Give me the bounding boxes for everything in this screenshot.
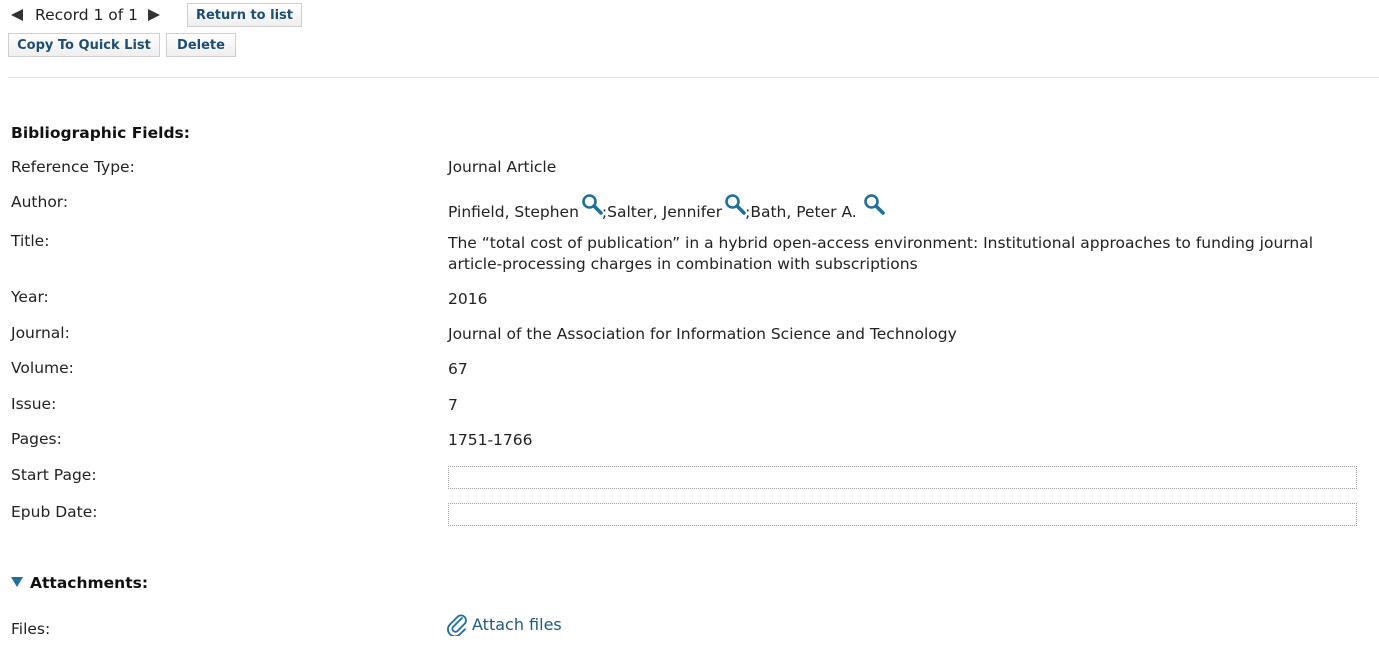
return-to-list-button[interactable]: Return to list (187, 3, 302, 27)
author-name[interactable]: Pinfield, Stephen (448, 203, 579, 221)
issue-label: Issue: (11, 395, 57, 413)
copy-to-quick-list-button[interactable]: Copy To Quick List (8, 33, 160, 57)
pages-label: Pages: (11, 430, 62, 448)
journal-value: Journal of the Association for Informati… (448, 325, 957, 343)
author-name[interactable]: Salter, Jennifer (607, 203, 722, 221)
attach-files-link[interactable]: Attach files (446, 612, 562, 638)
record-counter: Record 1 of 1 (35, 6, 138, 24)
issue-value: 7 (448, 396, 458, 414)
paperclip-icon (446, 612, 468, 638)
search-icon[interactable] (724, 193, 746, 215)
record-navigation: Record 1 of 1 (11, 4, 160, 26)
bibliographic-fields-heading: Bibliographic Fields: (11, 124, 190, 142)
delete-button[interactable]: Delete (166, 33, 236, 57)
start-page-field[interactable] (448, 466, 1357, 489)
attachments-heading-label: Attachments: (30, 574, 149, 592)
previous-record-icon[interactable] (11, 9, 23, 21)
title-line: The “total cost of publication” in a hyb… (448, 234, 1314, 252)
author-list: Pinfield, Stephen ;Salter, Jennifer ;Bath,… (448, 193, 885, 223)
volume-value: 67 (448, 360, 468, 378)
year-value: 2016 (448, 290, 488, 308)
title-label: Title: (11, 232, 50, 250)
pages-value: 1751-1766 (448, 431, 533, 449)
divider (8, 77, 1379, 78)
author-label: Author: (11, 193, 69, 211)
author-name[interactable]: Bath, Peter A. (750, 203, 856, 221)
next-record-icon[interactable] (148, 9, 160, 21)
files-label: Files: (11, 620, 51, 638)
journal-label: Journal: (11, 324, 70, 342)
volume-label: Volume: (11, 359, 74, 377)
reference-type-value: Journal Article (448, 158, 557, 176)
reference-type-label: Reference Type: (11, 158, 135, 176)
epub-date-label: Epub Date: (11, 503, 98, 521)
title-line: article-processing charges in combinatio… (448, 255, 918, 273)
search-icon[interactable] (863, 193, 885, 215)
title-value: The “total cost of publication” in a hyb… (448, 233, 1313, 275)
attach-files-label: Attach files (472, 614, 562, 634)
start-page-label: Start Page: (11, 466, 97, 484)
attachments-heading[interactable]: Attachments: (11, 574, 148, 592)
search-icon[interactable] (581, 193, 603, 215)
year-label: Year: (11, 288, 49, 306)
epub-date-field[interactable] (448, 503, 1357, 526)
expand-triangle-icon[interactable] (11, 577, 23, 587)
